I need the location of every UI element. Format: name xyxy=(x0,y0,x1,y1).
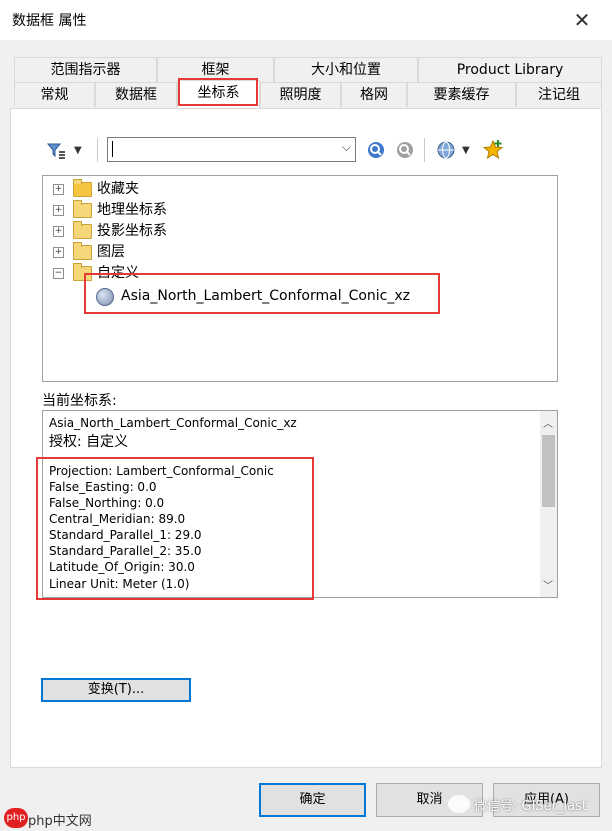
tab-feature-cache[interactable]: 要素缓存 xyxy=(407,82,516,107)
tab-annotation-groups[interactable]: 注记组 xyxy=(516,82,602,107)
tree-item-label: 地理坐标系 xyxy=(97,202,167,218)
watermark-left: php中文网 xyxy=(28,814,92,829)
close-icon: ✕ xyxy=(573,8,591,32)
tab-range-indicator[interactable]: 范围指示器 xyxy=(14,57,157,82)
filter-dropdown-icon[interactable]: ▼ xyxy=(74,141,88,161)
text-cursor xyxy=(112,141,113,157)
scroll-down-icon[interactable]: ﹀ xyxy=(543,577,553,592)
tree-selection-highlight xyxy=(84,273,440,314)
tab-size-position[interactable]: 大小和位置 xyxy=(274,57,418,82)
expand-icon[interactable]: + xyxy=(53,226,64,237)
current-cs-label: 当前坐标系: xyxy=(42,393,117,409)
expand-icon[interactable]: + xyxy=(53,205,64,216)
tab-grid[interactable]: 格网 xyxy=(341,82,407,107)
tree-item-label: 收藏夹 xyxy=(97,181,139,197)
scroll-thumb[interactable] xyxy=(542,435,555,507)
favorite-add-icon[interactable] xyxy=(482,139,504,161)
cs-authority: 授权: 自定义 xyxy=(49,434,129,450)
tree-item-label: 图层 xyxy=(97,244,125,260)
watermark-right: 微信号: GISer_last xyxy=(474,799,587,814)
chevron-down-icon[interactable]: ⌵ xyxy=(342,140,351,155)
php-logo-icon: php xyxy=(4,808,28,828)
vertical-scrollbar[interactable]: ︿ ﹀ xyxy=(540,411,557,597)
tree-item-label: 投影坐标系 xyxy=(97,223,167,239)
filter-icon[interactable] xyxy=(46,141,66,161)
window-title: 数据框 属性 xyxy=(12,13,87,29)
tab-illumination[interactable]: 照明度 xyxy=(260,82,341,107)
favorites-folder-icon xyxy=(73,179,92,197)
search-clear-icon[interactable] xyxy=(395,140,415,160)
search-combo[interactable]: ⌵ xyxy=(107,137,356,162)
globe-icon[interactable] xyxy=(436,140,456,160)
title-bar xyxy=(0,0,612,40)
active-tab-highlight xyxy=(178,78,258,106)
transform-button[interactable]: 变换(T)... xyxy=(41,678,191,702)
tab-data-frame[interactable]: 数据框 xyxy=(95,82,177,107)
toolbar-divider-2 xyxy=(424,138,425,162)
close-button[interactable]: ✕ xyxy=(560,4,604,36)
search-icon[interactable] xyxy=(366,140,386,160)
toolbar-divider xyxy=(97,138,98,162)
collapse-icon[interactable]: − xyxy=(53,268,64,279)
folder-icon xyxy=(73,221,92,239)
parameters-highlight xyxy=(36,457,314,600)
ok-button[interactable]: 确定 xyxy=(259,783,366,817)
expand-icon[interactable]: + xyxy=(53,184,64,195)
tab-product-library[interactable]: Product Library xyxy=(418,57,602,82)
cs-name: Asia_North_Lambert_Conformal_Conic_xz xyxy=(49,416,297,430)
globe-dropdown-icon[interactable]: ▼ xyxy=(462,141,474,161)
tab-general[interactable]: 常规 xyxy=(14,82,95,107)
folder-icon xyxy=(73,242,92,260)
scroll-up-icon[interactable]: ︿ xyxy=(543,415,553,430)
expand-icon[interactable]: + xyxy=(53,247,64,258)
wechat-icon xyxy=(448,795,470,813)
folder-icon xyxy=(73,200,92,218)
